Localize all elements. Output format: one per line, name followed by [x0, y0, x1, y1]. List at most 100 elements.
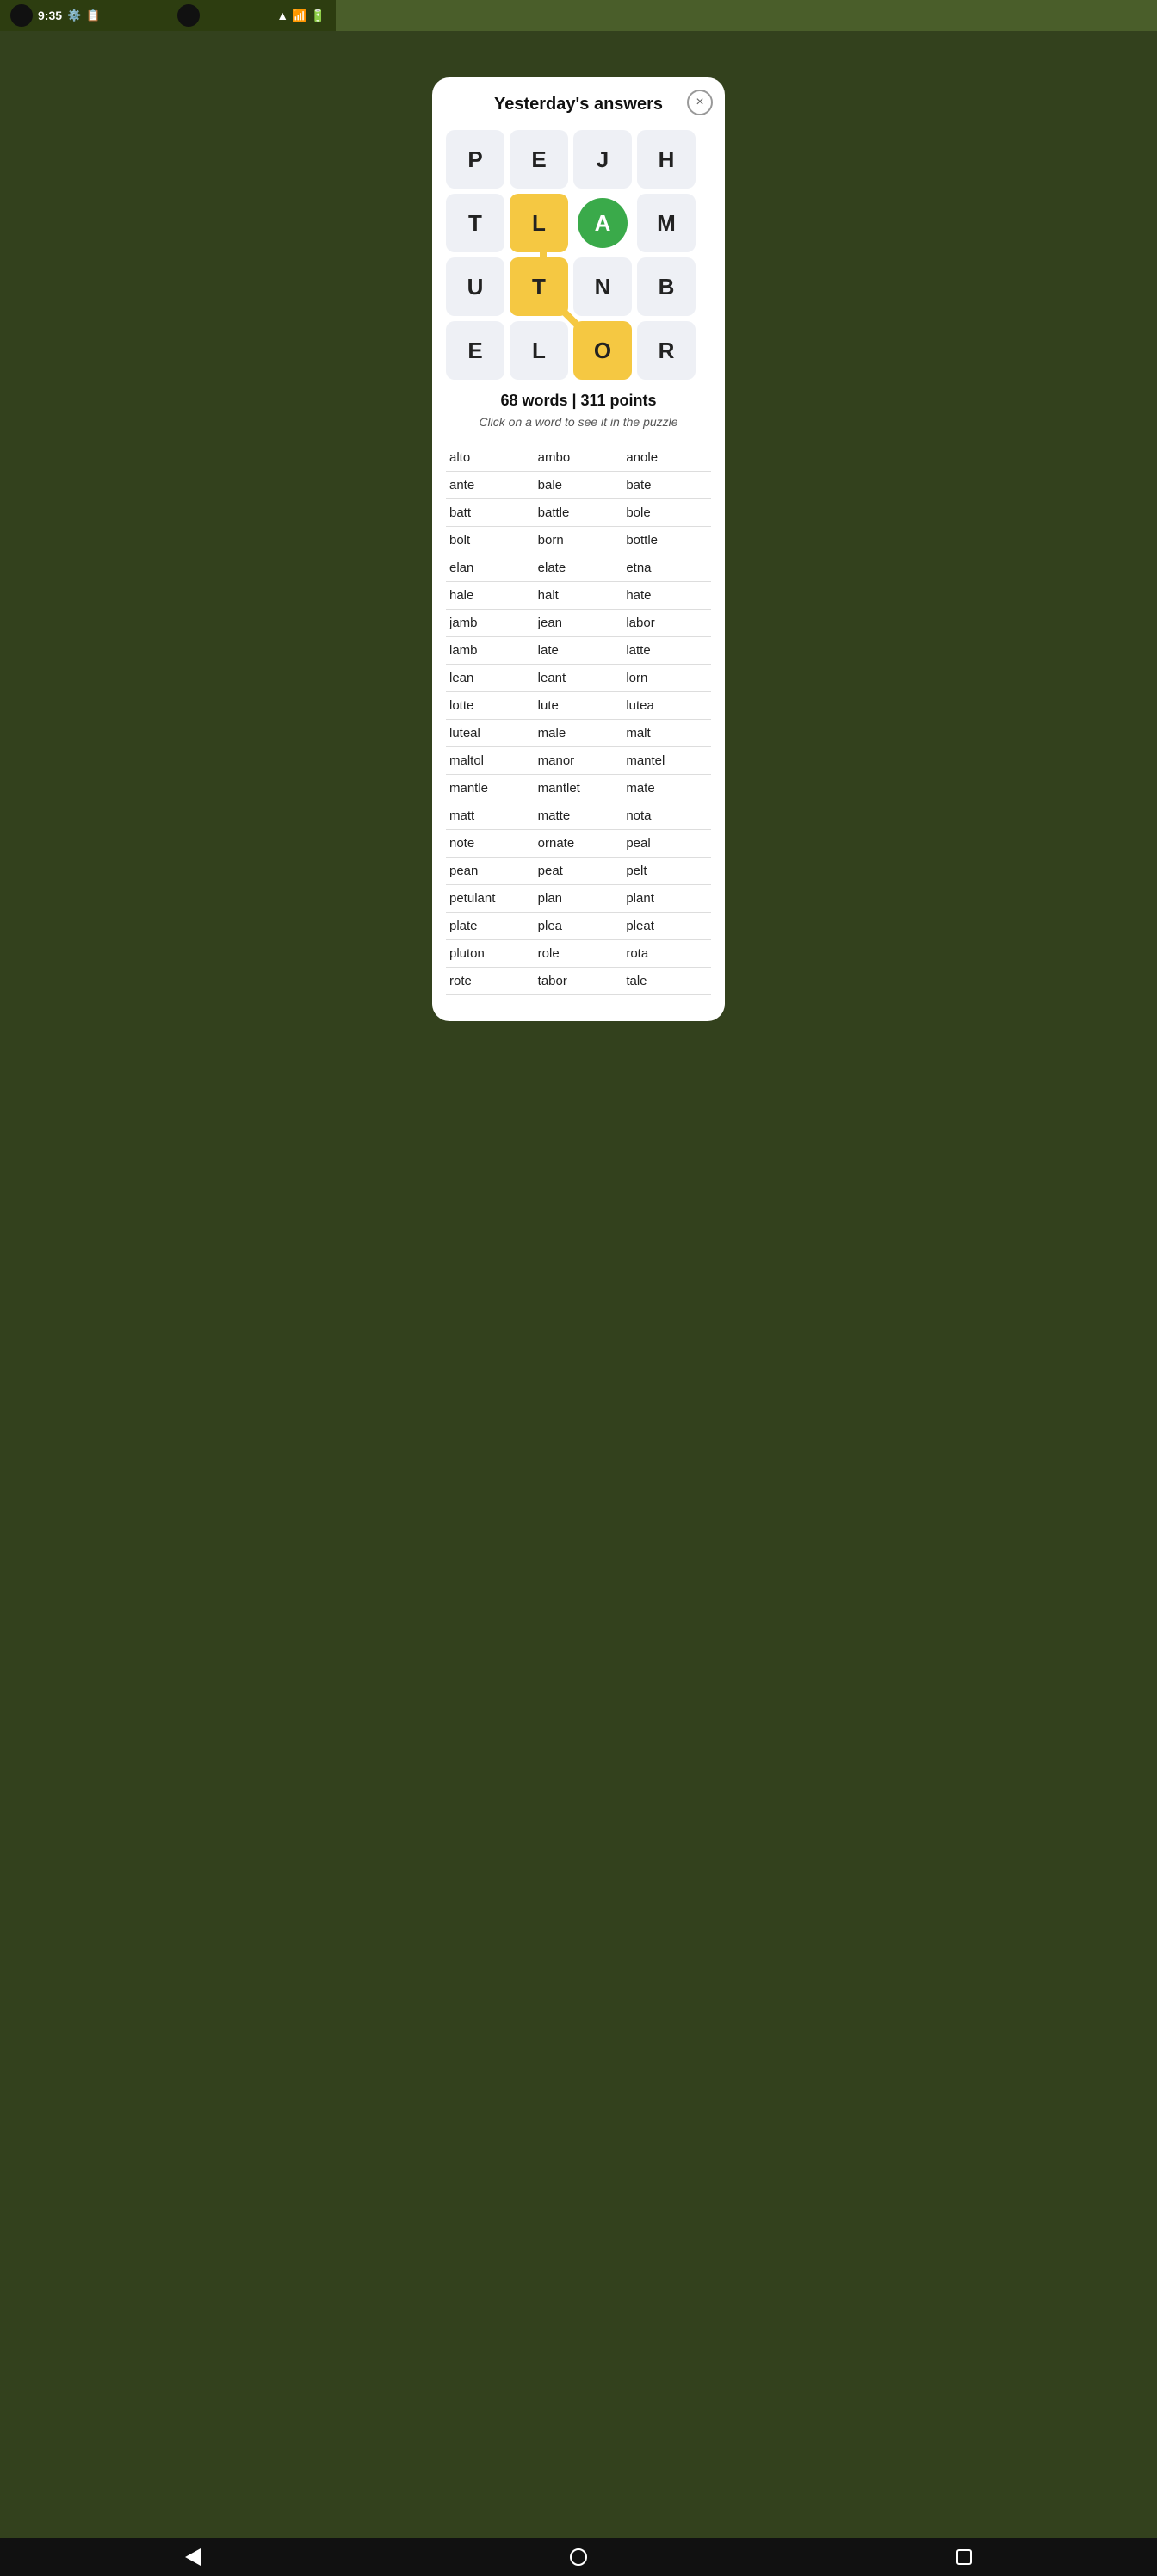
- word-item[interactable]: malt: [622, 720, 711, 747]
- grid-cell-1-0: T: [446, 194, 504, 252]
- word-item[interactable]: matte: [535, 802, 623, 830]
- word-item[interactable]: etna: [622, 554, 711, 582]
- word-item[interactable]: hate: [622, 582, 711, 610]
- word-item[interactable]: bolt: [446, 527, 535, 554]
- home-button[interactable]: [563, 2542, 594, 2573]
- word-item[interactable]: matt: [446, 802, 535, 830]
- modal-title: Yesterday's answers: [446, 95, 711, 115]
- wifi-icon: ▲: [276, 9, 288, 22]
- word-item[interactable]: bottle: [622, 527, 711, 554]
- word-item[interactable]: plate: [446, 913, 535, 940]
- word-item[interactable]: bate: [622, 472, 711, 499]
- word-item[interactable]: alto: [446, 444, 535, 472]
- word-item[interactable]: jamb: [446, 610, 535, 637]
- stats-display: 68 words | 311 points: [446, 392, 711, 410]
- word-item[interactable]: mate: [622, 775, 711, 802]
- grid-cell-1-2: A: [578, 198, 628, 248]
- word-item[interactable]: tale: [622, 968, 711, 995]
- answers-modal: × Yesterday's answers PEJHTLAMUTNBELOR 6…: [432, 77, 725, 1021]
- word-item[interactable]: pluton: [446, 940, 535, 968]
- signal-icon: 📶: [292, 9, 306, 23]
- word-item[interactable]: lorn: [622, 665, 711, 692]
- word-item[interactable]: labor: [622, 610, 711, 637]
- close-button[interactable]: ×: [687, 90, 713, 115]
- word-item[interactable]: battle: [535, 499, 623, 527]
- word-item[interactable]: luteal: [446, 720, 535, 747]
- settings-icon: ⚙️: [67, 9, 81, 22]
- word-item[interactable]: bale: [535, 472, 623, 499]
- letter-grid-container: PEJHTLAMUTNBELOR: [446, 130, 696, 392]
- grid-cell-3-0: E: [446, 321, 504, 380]
- word-item[interactable]: rota: [622, 940, 711, 968]
- word-item[interactable]: halt: [535, 582, 623, 610]
- status-circle: [10, 4, 33, 27]
- word-item[interactable]: maltol: [446, 747, 535, 775]
- status-time: 9:35: [38, 9, 62, 22]
- grid-cell-3-1: L: [510, 321, 568, 380]
- status-left: 9:35 ⚙️ 📋: [10, 4, 100, 27]
- word-item[interactable]: rote: [446, 968, 535, 995]
- word-item[interactable]: role: [535, 940, 623, 968]
- recents-button[interactable]: [949, 2542, 980, 2573]
- word-item[interactable]: hale: [446, 582, 535, 610]
- letter-grid: PEJHTLAMUTNBELOR: [446, 130, 696, 380]
- word-item[interactable]: male: [535, 720, 623, 747]
- word-item[interactable]: latte: [622, 637, 711, 665]
- grid-cell-2-1: T: [510, 257, 568, 316]
- word-item[interactable]: lotte: [446, 692, 535, 720]
- word-item[interactable]: ornate: [535, 830, 623, 858]
- grid-cell-0-2: J: [573, 130, 632, 189]
- status-right: ▲ 📶 🔋: [276, 9, 325, 23]
- grid-cell-3-2: O: [573, 321, 632, 380]
- word-item[interactable]: plan: [535, 885, 623, 913]
- word-item[interactable]: petulant: [446, 885, 535, 913]
- grid-cell-0-1: E: [510, 130, 568, 189]
- word-item[interactable]: pelt: [622, 858, 711, 885]
- word-item[interactable]: ante: [446, 472, 535, 499]
- hint-text: Click on a word to see it in the puzzle: [446, 415, 711, 429]
- word-item[interactable]: anole: [622, 444, 711, 472]
- word-item[interactable]: elan: [446, 554, 535, 582]
- word-item[interactable]: note: [446, 830, 535, 858]
- grid-cell-0-3: H: [637, 130, 696, 189]
- word-item[interactable]: batt: [446, 499, 535, 527]
- word-item[interactable]: lamb: [446, 637, 535, 665]
- word-item[interactable]: leant: [535, 665, 623, 692]
- screenshot-icon: 📋: [86, 9, 100, 22]
- word-item[interactable]: lute: [535, 692, 623, 720]
- grid-cell-1-1: L: [510, 194, 568, 252]
- word-item[interactable]: ambo: [535, 444, 623, 472]
- word-item[interactable]: lutea: [622, 692, 711, 720]
- recents-icon: [956, 2549, 972, 2565]
- word-item[interactable]: plant: [622, 885, 711, 913]
- grid-cell-3-3: R: [637, 321, 696, 380]
- word-item[interactable]: nota: [622, 802, 711, 830]
- word-item[interactable]: mantel: [622, 747, 711, 775]
- word-item[interactable]: tabor: [535, 968, 623, 995]
- word-item[interactable]: manor: [535, 747, 623, 775]
- notch: [177, 4, 200, 27]
- word-item[interactable]: pean: [446, 858, 535, 885]
- word-item[interactable]: born: [535, 527, 623, 554]
- word-item[interactable]: peal: [622, 830, 711, 858]
- word-item[interactable]: late: [535, 637, 623, 665]
- nav-bar: [0, 2538, 1157, 2576]
- word-item[interactable]: jean: [535, 610, 623, 637]
- word-item[interactable]: plea: [535, 913, 623, 940]
- word-item[interactable]: mantlet: [535, 775, 623, 802]
- home-icon: [570, 2548, 587, 2566]
- word-item[interactable]: mantle: [446, 775, 535, 802]
- grid-cell-0-0: P: [446, 130, 504, 189]
- back-icon: [185, 2548, 201, 2566]
- grid-cell-2-3: B: [637, 257, 696, 316]
- word-item[interactable]: bole: [622, 499, 711, 527]
- grid-cell-2-0: U: [446, 257, 504, 316]
- battery-icon: 🔋: [311, 9, 325, 23]
- word-item[interactable]: elate: [535, 554, 623, 582]
- word-item[interactable]: lean: [446, 665, 535, 692]
- word-item[interactable]: peat: [535, 858, 623, 885]
- status-bar: 9:35 ⚙️ 📋 ▲ 📶 🔋: [0, 0, 336, 31]
- word-item[interactable]: pleat: [622, 913, 711, 940]
- back-button[interactable]: [177, 2542, 208, 2573]
- close-icon: ×: [696, 95, 703, 110]
